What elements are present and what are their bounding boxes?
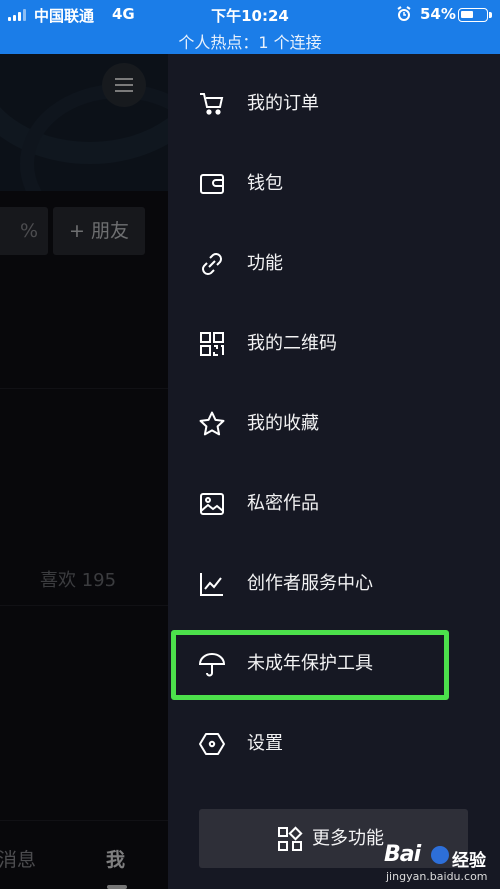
link-icon [198, 250, 226, 278]
watermark-logo-text: Bai [384, 842, 421, 867]
menu-item-label: 我的二维码 [247, 333, 337, 354]
paw-logo-icon [431, 846, 449, 864]
hotspot-banner[interactable]: 个人热点：1 个连接 [0, 29, 500, 53]
status-bar: 中国联通 4G 下午10:24 54% 个人热点：1 个连接 [0, 0, 500, 54]
menu-item-creator-center[interactable]: 创作者服务中心 [168, 544, 500, 624]
alarm-clock-icon [396, 6, 412, 26]
menu-item-private-works[interactable]: 私密作品 [168, 464, 500, 544]
menu-item-favorites[interactable]: 我的收藏 [168, 384, 500, 464]
battery-icon [458, 8, 492, 22]
menu-item-label: 我的收藏 [247, 413, 319, 434]
menu-item-label: 创作者服务中心 [247, 573, 373, 594]
highlight-annotation-box [171, 630, 449, 700]
watermark-brand-suffix: 经验 [452, 851, 486, 871]
menu-item-wallet[interactable]: 钱包 [168, 144, 500, 224]
menu-item-my-orders[interactable]: 我的订单 [168, 64, 500, 144]
menu-item-features[interactable]: 功能 [168, 224, 500, 304]
baidu-jingyan-watermark: Bai 经验 jingyan.baidu.com [384, 842, 500, 889]
menu-item-label: 钱包 [247, 173, 283, 194]
profile-page-background: % + 朋友 喜欢 195 消息 我 [0, 54, 168, 889]
star-icon [198, 410, 226, 438]
more-features-label: 更多功能 [312, 828, 384, 849]
grid-icon [277, 826, 303, 852]
image-icon [198, 490, 226, 518]
hexagon-settings-icon [198, 730, 226, 758]
side-drawer-menu: 我的订单 钱包 功能 我的二维码 我的收藏 私密作品 创作者服务中心 未成年保护… [168, 54, 500, 889]
menu-item-label: 设置 [247, 733, 283, 754]
menu-item-label: 功能 [247, 253, 283, 274]
dim-overlay[interactable] [0, 54, 168, 889]
menu-item-label: 我的订单 [247, 93, 319, 114]
menu-item-label: 私密作品 [247, 493, 319, 514]
qr-code-icon [198, 330, 226, 358]
menu-item-settings[interactable]: 设置 [168, 704, 500, 784]
chart-line-icon [198, 570, 226, 598]
wallet-icon [198, 170, 226, 198]
watermark-url: jingyan.baidu.com [386, 870, 488, 883]
menu-item-my-qr-code[interactable]: 我的二维码 [168, 304, 500, 384]
shopping-cart-icon [198, 90, 226, 118]
battery-percent: 54% [420, 5, 456, 23]
